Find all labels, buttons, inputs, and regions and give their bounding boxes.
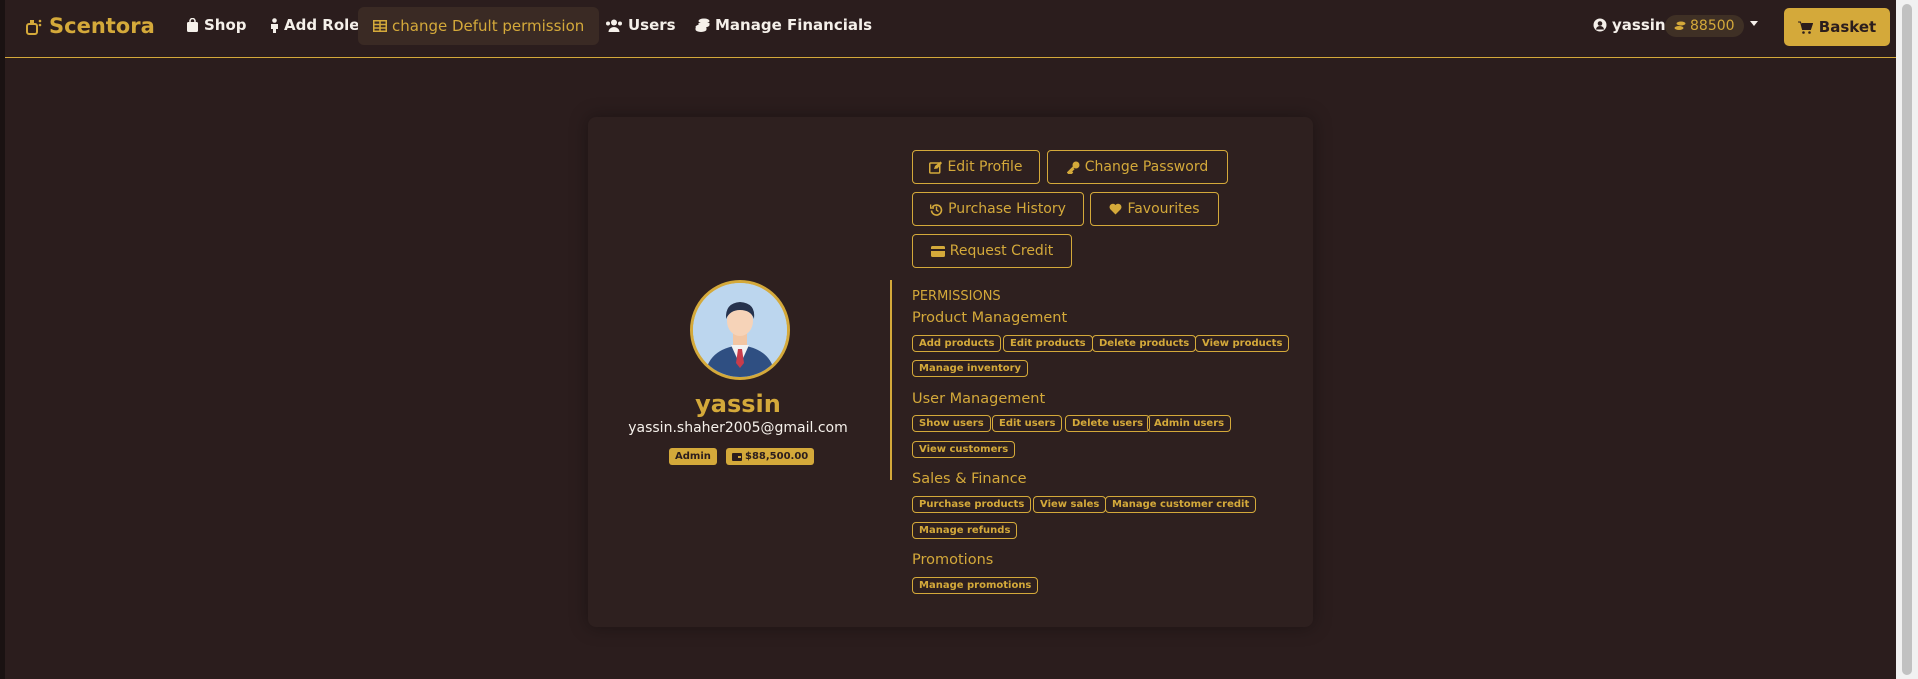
request-credit-button[interactable]: Request Credit [912,234,1072,268]
role-badge: Admin [669,448,717,465]
edit-icon [929,161,943,174]
nav-add-role[interactable]: Add Role [270,16,359,34]
favourites-label: Favourites [1127,201,1200,217]
nav-shop[interactable]: Shop [186,16,247,34]
dropdown-caret-icon[interactable] [1750,21,1758,26]
nav-shop-label: Shop [204,16,247,34]
avatar [690,280,790,380]
vertical-divider [890,280,892,480]
coins-icon [695,18,710,32]
edit-profile-label: Edit Profile [947,159,1023,175]
permission-chip: Manage refunds [912,522,1018,539]
users-icon [605,19,623,32]
permission-chip: Show users [912,415,991,432]
permission-chip: View sales [1033,496,1107,513]
permission-chip: Manage promotions [912,577,1039,594]
edit-profile-button[interactable]: Edit Profile [912,150,1040,184]
change-password-label: Change Password [1084,159,1209,175]
nav-add-role-label: Add Role [284,16,360,34]
group-title-product-management: Product Management [912,310,1068,326]
nav-change-permission[interactable]: change Defult permission [358,7,600,45]
user-circle-icon [1593,18,1607,32]
permission-chip: Delete products [1092,335,1197,352]
user-menu[interactable]: yassin [1593,16,1666,34]
cart-icon [1797,21,1813,34]
role-badge-label: Admin [675,451,711,462]
credit-pill: 88500 [1665,15,1744,37]
permission-chip: Manage customer credit [1105,496,1257,513]
balance-badge-label: $88,500.00 [745,451,809,462]
permission-chip: Edit users [992,415,1063,432]
scrollbar-thumb[interactable] [1902,4,1912,675]
permission-chip: Edit products [1003,335,1093,352]
permission-chip: Admin users [1147,415,1232,432]
purchase-history-label: Purchase History [948,201,1066,217]
basket-label: Basket [1818,18,1877,36]
purchase-history-button[interactable]: Purchase History [912,192,1084,226]
permission-chip: Manage inventory [912,360,1029,377]
nav-manage-financials-label: Manage Financials [715,16,873,34]
group-title-promotions: Promotions [912,552,994,568]
request-credit-label: Request Credit [949,243,1054,259]
user-name: yassin [1612,16,1666,34]
permission-chip: Add products [912,335,1002,352]
perfume-icon [25,17,43,35]
scrollbar[interactable] [1896,0,1918,679]
key-icon [1066,161,1080,174]
profile-username: yassin [695,390,781,418]
history-icon [930,203,943,216]
person-icon [270,17,279,33]
brand-name: Scentora [49,14,155,38]
group-title-sales-finance: Sales & Finance [912,471,1027,487]
wallet-icon [732,452,742,461]
group-title-user-management: User Management [912,391,1046,407]
balance-badge: $88,500.00 [726,448,815,465]
nav-manage-financials[interactable]: Manage Financials [695,16,872,34]
table-icon [373,20,387,32]
shopping-bag-icon [186,18,199,32]
basket-button[interactable]: Basket [1784,8,1890,46]
favourites-button[interactable]: Favourites [1090,192,1219,226]
nav-users-label: Users [628,16,676,34]
nav-users[interactable]: Users [605,16,676,34]
permission-chip: View products [1195,335,1290,352]
heart-icon [1109,203,1122,215]
credit-amount: 88500 [1690,18,1735,34]
change-password-button[interactable]: Change Password [1047,150,1228,184]
permission-chip: Delete users [1065,415,1151,432]
brand[interactable]: Scentora [25,14,155,38]
permission-chip: Purchase products [912,496,1032,513]
navbar: Scentora Shop Add Role change Defult per… [5,0,1896,58]
permissions-heading: PERMISSIONS [912,289,1001,304]
permission-chip: View customers [912,441,1016,458]
credit-card-icon [930,245,945,257]
profile-email: yassin.shaher2005@gmail.com [628,420,848,436]
coins-icon [1674,21,1686,32]
nav-change-permission-label: change Defult permission [392,17,585,35]
